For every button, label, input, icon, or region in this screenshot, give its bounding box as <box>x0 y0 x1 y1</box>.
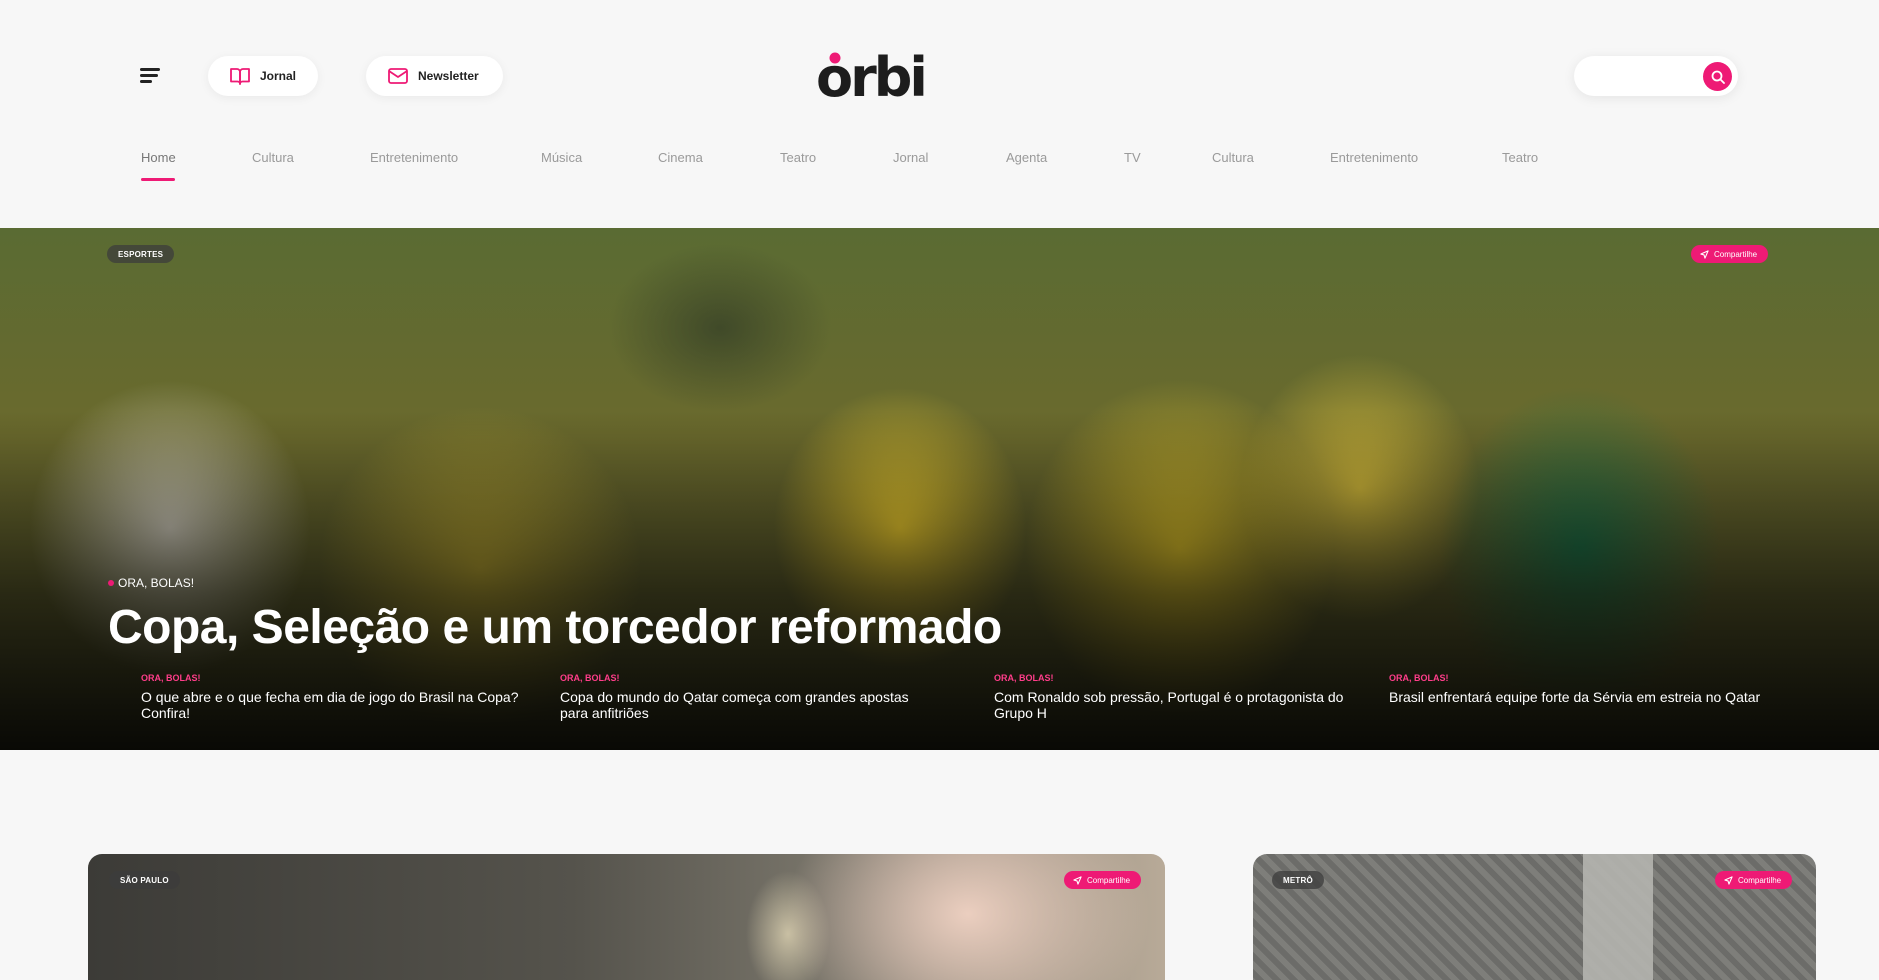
related-kicker: ORA, BOLAS! <box>994 673 1054 683</box>
related-headline: O que abre e o que fecha em dia de jogo … <box>141 689 519 721</box>
search-button[interactable] <box>1703 62 1732 91</box>
menu-icon[interactable] <box>140 66 164 86</box>
send-icon <box>1700 249 1709 259</box>
send-icon <box>1073 875 1082 885</box>
story-card[interactable]: SÃO PAULO Compartilhe <box>88 854 1165 980</box>
nav-item-teatro[interactable]: Teatro <box>780 150 816 165</box>
related-headline: Com Ronaldo sob pressão, Portugal é o pr… <box>994 689 1344 721</box>
nav-item-agenta[interactable]: Agenta <box>1006 150 1047 165</box>
nav-item-cultura-2[interactable]: Cultura <box>1212 150 1254 165</box>
nav-item-home[interactable]: Home <box>141 150 176 165</box>
related-kicker: ORA, BOLAS! <box>1389 673 1449 683</box>
book-icon <box>230 68 250 85</box>
nav-item-teatro-2[interactable]: Teatro <box>1502 150 1538 165</box>
hero-title[interactable]: Copa, Seleção e um torcedor reformado <box>108 600 1002 655</box>
active-nav-indicator <box>141 178 175 181</box>
search-box <box>1574 56 1738 96</box>
related-headline: Copa do mundo do Qatar começa com grande… <box>560 689 909 721</box>
search-input[interactable] <box>1592 64 1692 88</box>
nav-item-entretenimento-2[interactable]: Entretenimento <box>1330 150 1418 165</box>
card-share-button[interactable]: Compartilhe <box>1064 871 1142 889</box>
kicker-dot-icon <box>108 580 114 586</box>
related-story[interactable]: ORA, BOLAS! Com Ronaldo sob pressão, Por… <box>994 673 1374 721</box>
nav-item-jornal[interactable]: Jornal <box>893 150 928 165</box>
related-story[interactable]: ORA, BOLAS! Copa do mundo do Qatar começ… <box>560 673 940 721</box>
related-kicker: ORA, BOLAS! <box>560 673 620 683</box>
related-story[interactable]: ORA, BOLAS! Brasil enfrentará equipe for… <box>1389 673 1769 705</box>
hero-story: ESPORTES Compartilhe ORA, BOLAS! Copa, S… <box>0 228 1879 750</box>
card-share-button[interactable]: Compartilhe <box>1715 871 1793 889</box>
related-kicker: ORA, BOLAS! <box>141 673 201 683</box>
search-icon <box>1711 70 1725 84</box>
orbi-logo[interactable]: orbi <box>816 48 948 104</box>
site-header: Jornal Newsletter orbi Home Cultura Entr… <box>0 0 1879 228</box>
story-card[interactable]: METRÔ Compartilhe <box>1253 854 1816 980</box>
hero-category-badge[interactable]: ESPORTES <box>107 245 175 263</box>
nav-item-tv[interactable]: TV <box>1124 150 1141 165</box>
nav-item-cinema[interactable]: Cinema <box>658 150 703 165</box>
card-category-badge[interactable]: SÃO PAULO <box>109 871 180 889</box>
related-headline: Brasil enfrentará equipe forte da Sérvia… <box>1389 689 1761 705</box>
card-category-badge[interactable]: METRÔ <box>1272 871 1324 889</box>
hero-share-label: Compartilhe <box>1714 249 1758 259</box>
hero-kicker-label: ORA, BOLAS! <box>118 576 195 590</box>
jornal-label: Jornal <box>260 69 297 83</box>
nav-item-cultura[interactable]: Cultura <box>252 150 294 165</box>
nav-item-entretenimento[interactable]: Entretenimento <box>370 150 458 165</box>
hero-kicker[interactable]: ORA, BOLAS! <box>108 576 194 590</box>
newsletter-button[interactable]: Newsletter <box>366 56 503 96</box>
send-icon <box>1724 875 1733 885</box>
card-share-label: Compartilhe <box>1087 875 1131 885</box>
page: Jornal Newsletter orbi Home Cultura Entr… <box>0 0 1879 980</box>
card-share-label: Compartilhe <box>1738 875 1782 885</box>
mail-icon <box>388 68 408 84</box>
related-story[interactable]: ORA, BOLAS! O que abre e o que fecha em … <box>141 673 521 721</box>
newsletter-label: Newsletter <box>418 69 479 83</box>
jornal-button[interactable]: Jornal <box>208 56 318 96</box>
hero-share-button[interactable]: Compartilhe <box>1691 245 1769 263</box>
nav-item-musica[interactable]: Música <box>541 150 582 165</box>
